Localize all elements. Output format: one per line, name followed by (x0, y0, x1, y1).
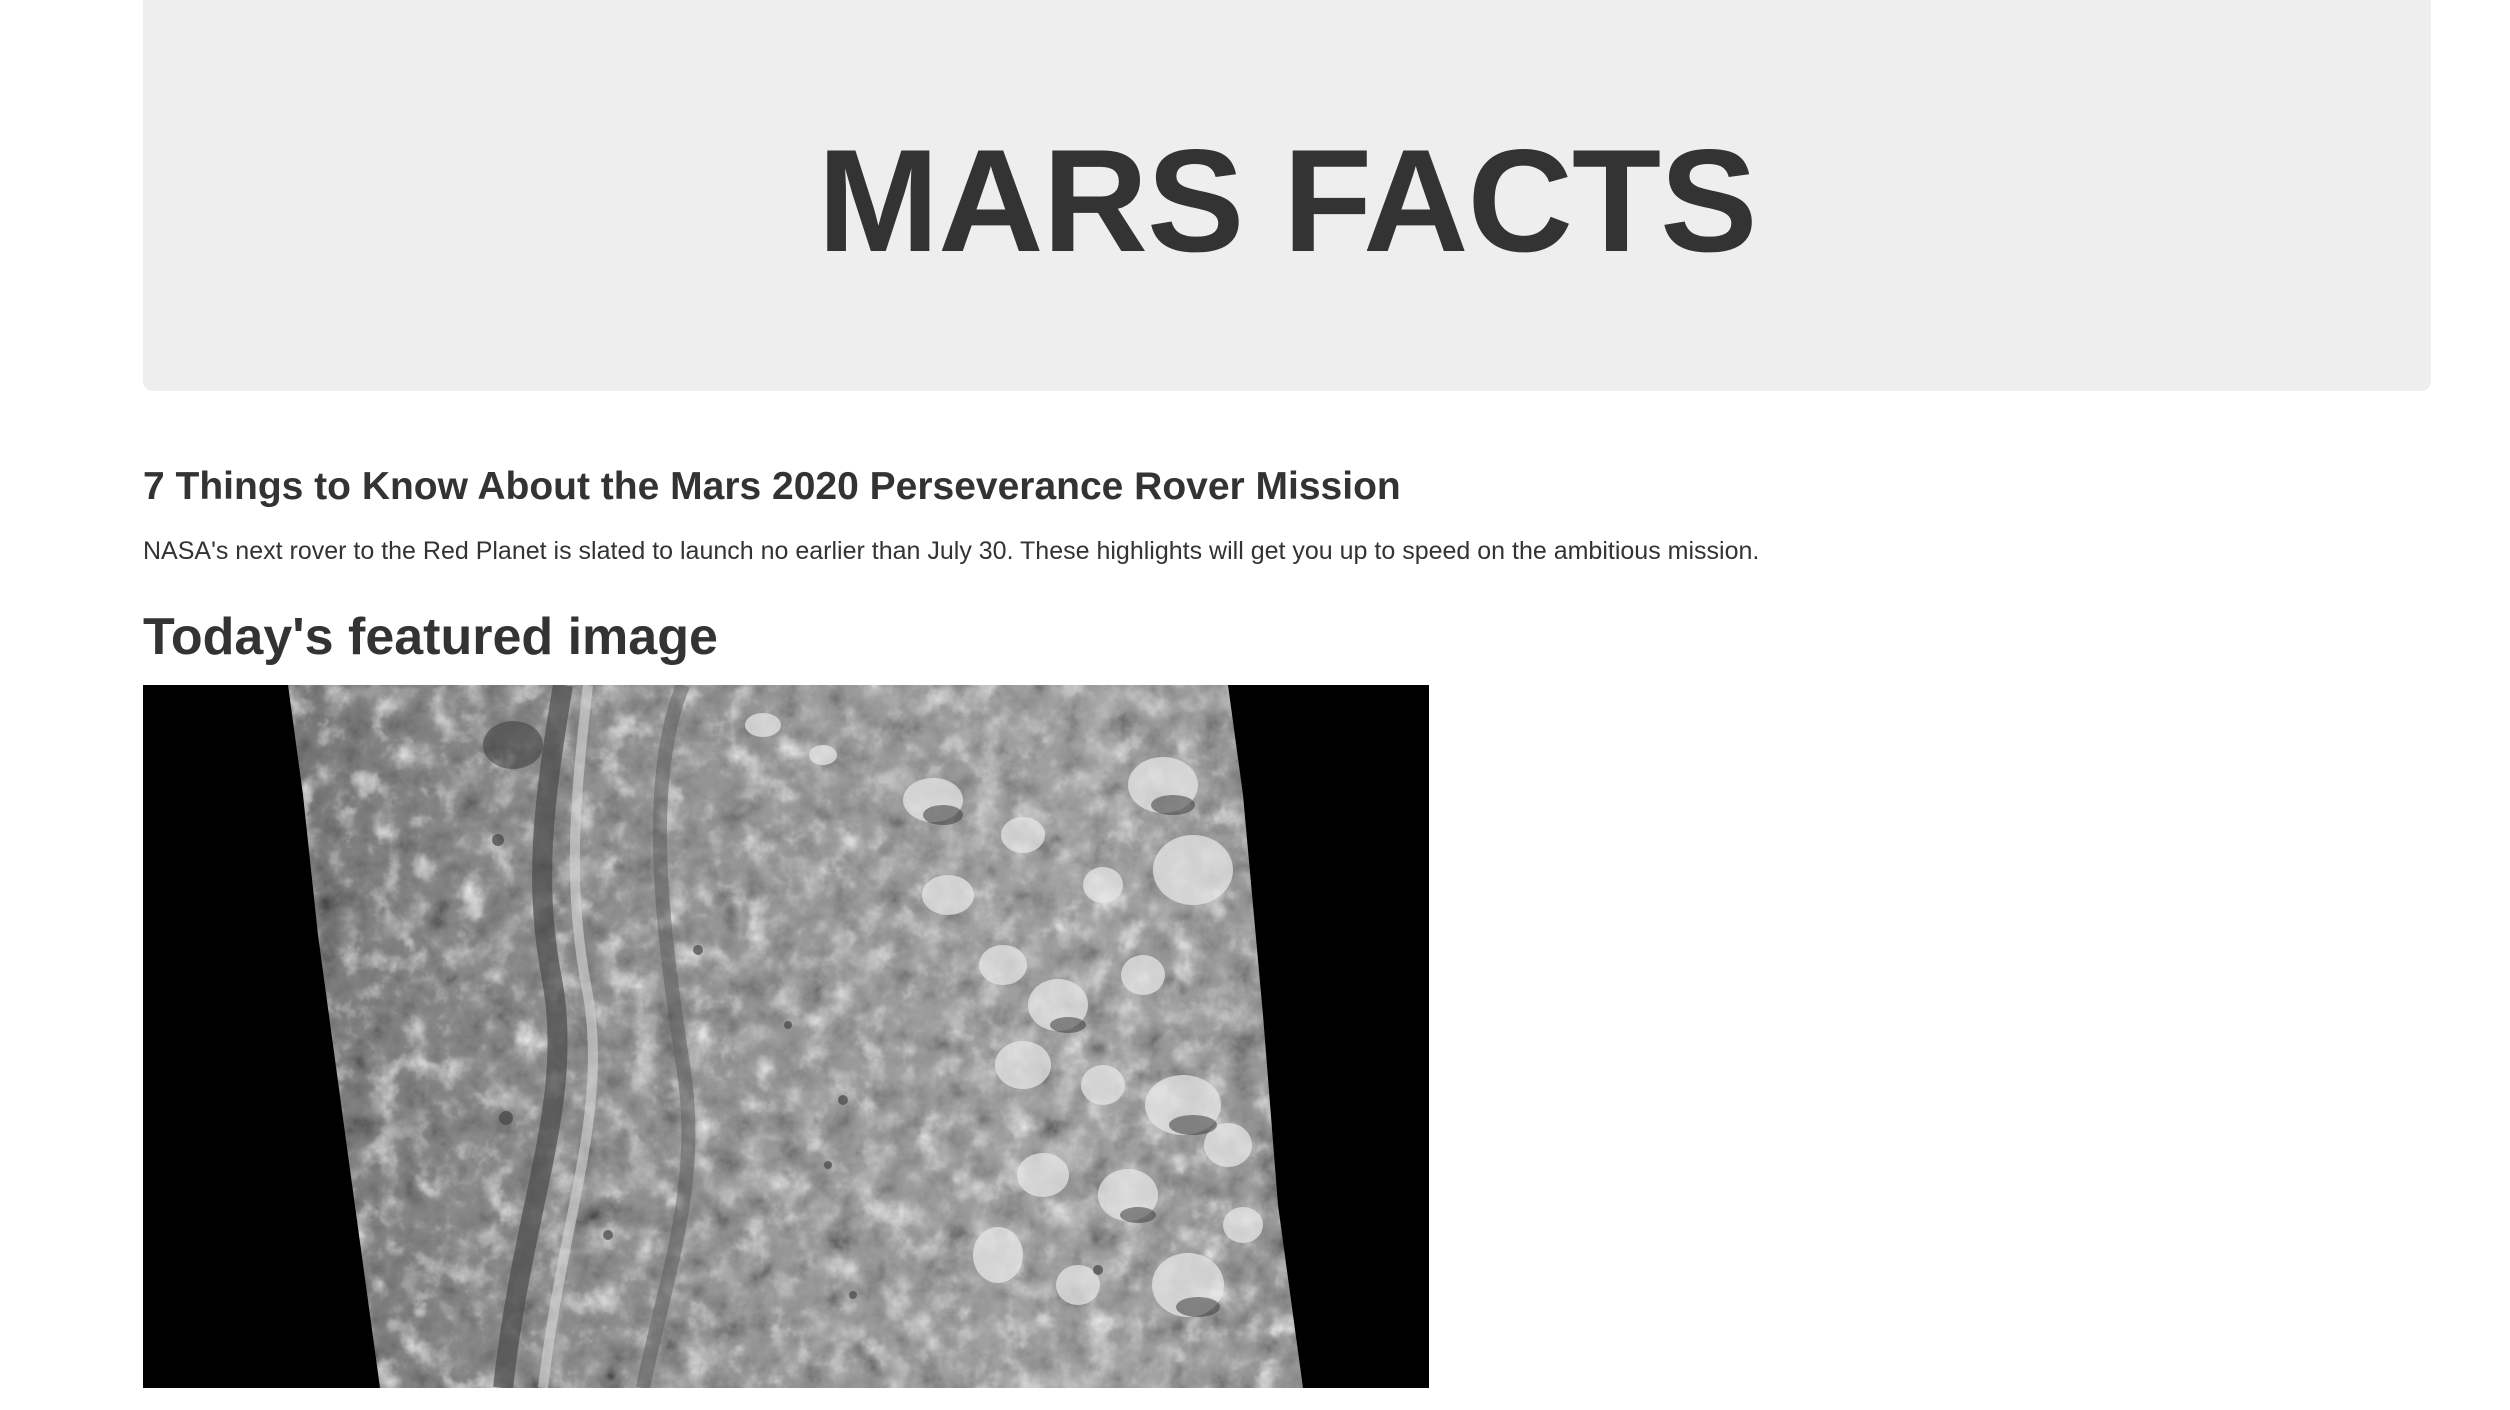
news-teaser: NASA's next rover to the Red Planet is s… (143, 537, 1760, 565)
header-banner: MARS FACTS (143, 0, 2431, 391)
page-title: MARS FACTS (817, 118, 1758, 282)
featured-mars-image[interactable] (143, 685, 1429, 1388)
page: MARS FACTS 7 Things to Know About the Ma… (0, 0, 2510, 1410)
news-title[interactable]: 7 Things to Know About the Mars 2020 Per… (143, 465, 1401, 509)
featured-image-heading: Today's featured image (143, 608, 718, 666)
mars-surface-image (143, 685, 1429, 1388)
